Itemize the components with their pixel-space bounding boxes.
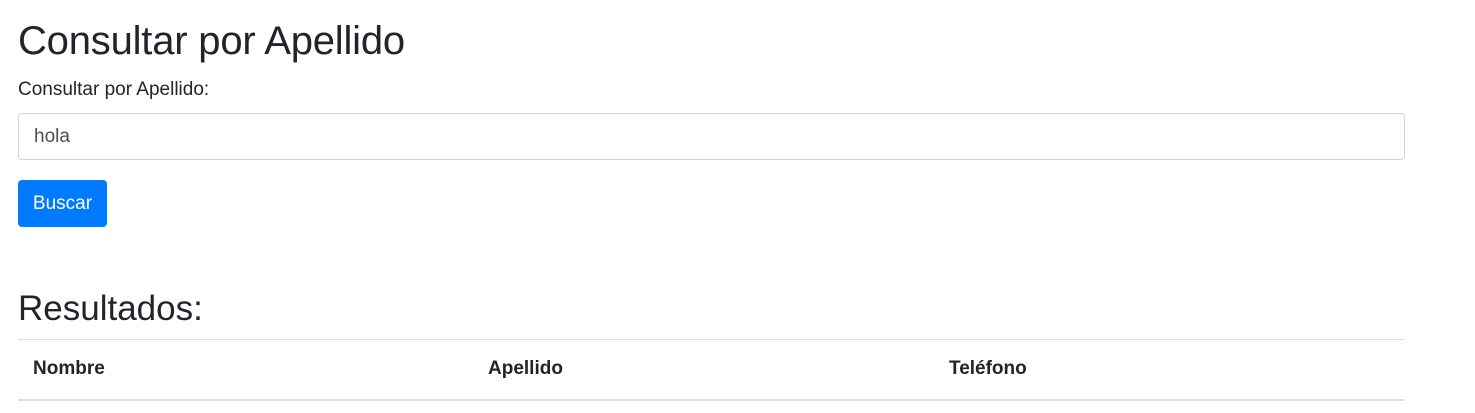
search-label: Consultar por Apellido:: [18, 79, 210, 100]
results-table-header: Nombre Apellido Teléfono: [18, 339, 1405, 401]
search-button[interactable]: Buscar: [18, 180, 107, 227]
column-header-telefono: Teléfono: [934, 339, 1405, 401]
column-header-nombre: Nombre: [18, 339, 473, 401]
page-title: Consultar por Apellido: [18, 19, 405, 63]
search-input[interactable]: [18, 113, 1405, 160]
column-header-apellido: Apellido: [473, 339, 934, 401]
table-header-row: Nombre Apellido Teléfono: [18, 339, 1405, 401]
results-heading: Resultados:: [18, 289, 203, 328]
results-table: Nombre Apellido Teléfono: [18, 339, 1405, 401]
